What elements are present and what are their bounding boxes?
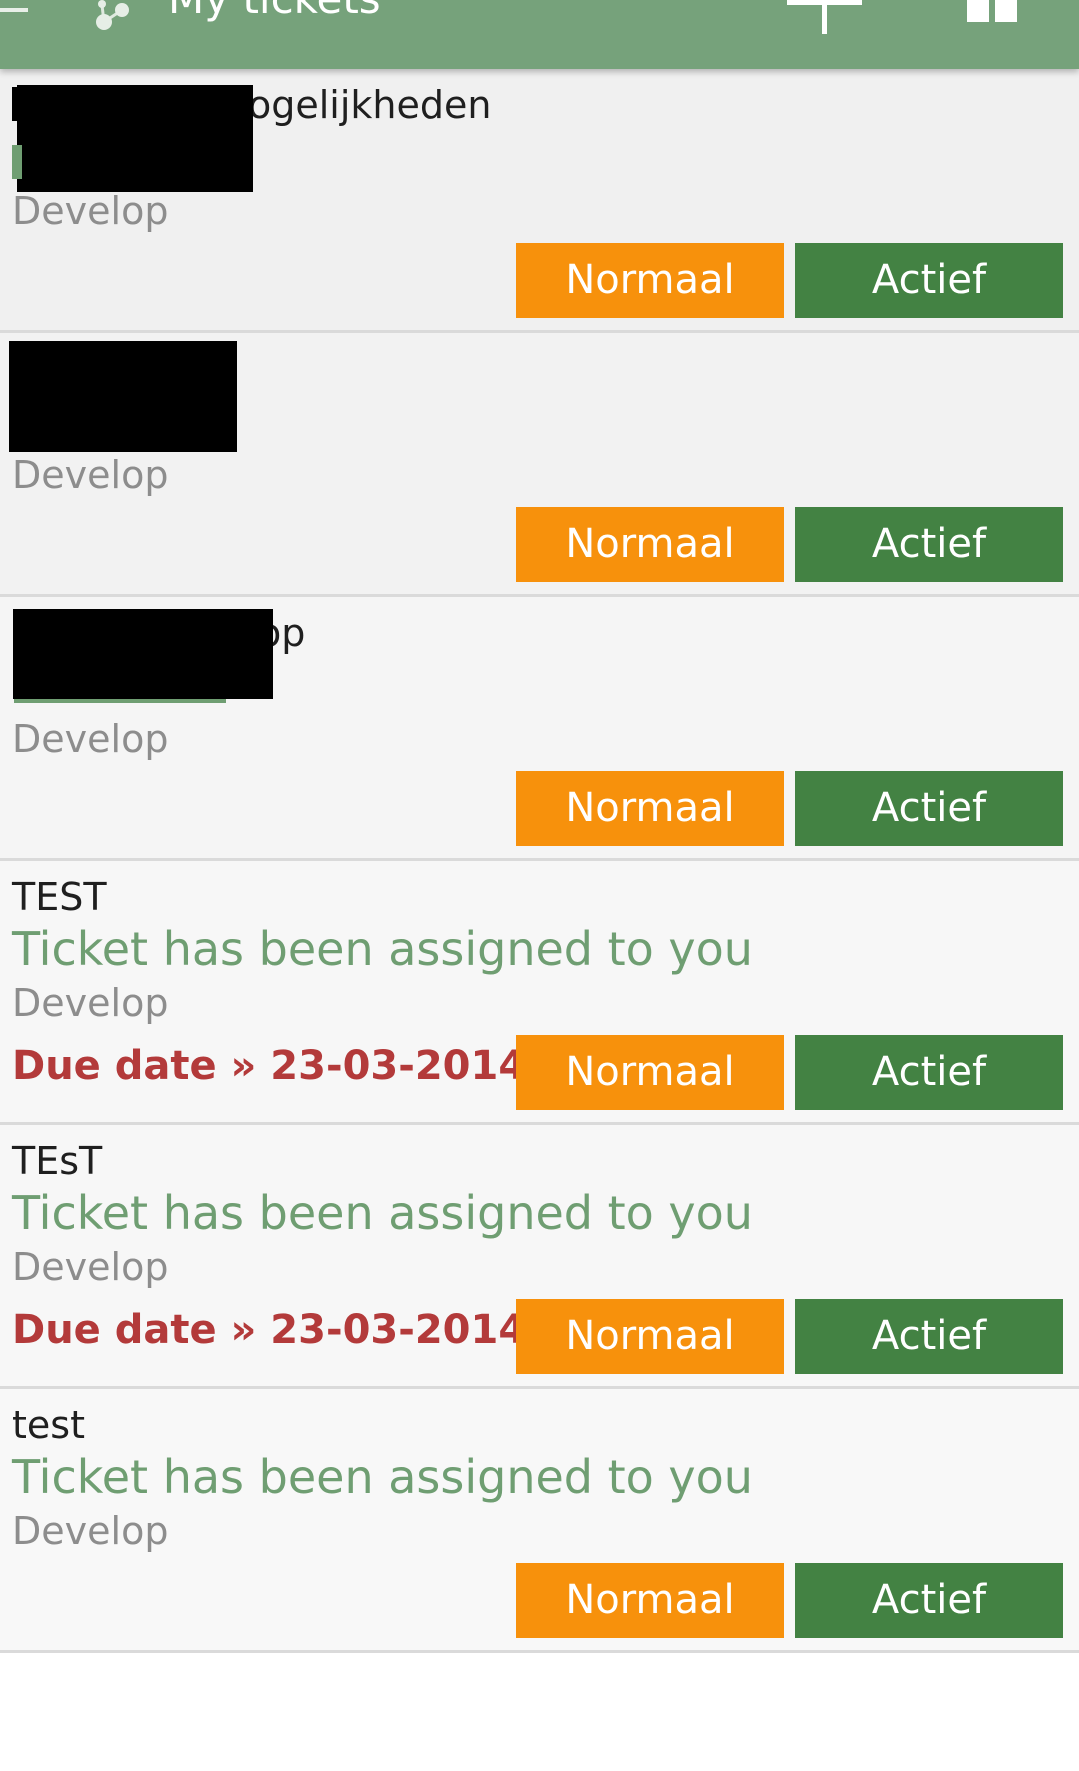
status-fragment — [12, 145, 22, 179]
ticket-row[interactable]: op Develop Normaal Actief — [0, 597, 1079, 861]
state-button[interactable]: Actief — [795, 771, 1063, 846]
state-button[interactable]: Actief — [795, 507, 1063, 582]
priority-button[interactable]: Normaal — [516, 1035, 784, 1110]
ticket-list: ogelijkheden Develop Normaal Actief Deve… — [0, 69, 1079, 1653]
ticket-status: Ticket has been assigned to you — [12, 922, 753, 976]
priority-button[interactable]: Normaal — [516, 507, 784, 582]
ticket-project: Develop — [12, 453, 169, 497]
state-button[interactable]: Actief — [795, 1035, 1063, 1110]
priority-button[interactable]: Normaal — [516, 1563, 784, 1638]
ticket-status: Ticket has been assigned to you — [12, 1186, 753, 1240]
priority-button[interactable]: Normaal — [516, 243, 784, 318]
state-button[interactable]: Actief — [795, 1563, 1063, 1638]
ticket-title: TEST — [12, 875, 107, 919]
ticket-project: Develop — [12, 189, 169, 233]
plus-icon[interactable] — [787, 0, 862, 35]
ticket-status: Ticket has been assigned to you — [12, 1450, 753, 1504]
ticket-project: Develop — [12, 717, 169, 761]
ticket-row[interactable]: ogelijkheden Develop Normaal Actief — [0, 69, 1079, 333]
ticket-row[interactable]: TEST Ticket has been assigned to you Dev… — [0, 861, 1079, 1125]
ticket-row[interactable]: Develop Normaal Actief — [0, 333, 1079, 597]
ticket-project: Develop — [12, 1245, 169, 1289]
empty-list-area — [0, 1657, 1079, 1771]
state-button[interactable]: Actief — [795, 243, 1063, 318]
ticket-project: Develop — [12, 981, 169, 1025]
menu-icon[interactable] — [0, 0, 30, 20]
redaction-block — [17, 85, 253, 192]
app-bar: My tickets — [0, 0, 1079, 69]
state-button[interactable]: Actief — [795, 1299, 1063, 1374]
ticket-title: TEsT — [12, 1139, 103, 1183]
redaction-block — [9, 341, 237, 452]
ticket-row[interactable]: test Ticket has been assigned to you Dev… — [0, 1389, 1079, 1653]
ticket-due-date: Due date » 23-03-2014 — [12, 1043, 527, 1089]
ticket-row[interactable]: TEsT Ticket has been assigned to you Dev… — [0, 1125, 1079, 1389]
priority-button[interactable]: Normaal — [516, 771, 784, 846]
app-logo-icon — [92, 0, 142, 40]
page-title: My tickets — [168, 0, 381, 20]
priority-button[interactable]: Normaal — [516, 1299, 784, 1374]
redaction-block — [13, 609, 273, 699]
grid-icon[interactable] — [967, 0, 1021, 24]
ticket-due-date: Due date » 23-03-2014 — [12, 1307, 527, 1353]
ticket-title: ogelijkheden — [248, 83, 492, 127]
ticket-project: Develop — [12, 1509, 169, 1553]
ticket-title: test — [12, 1403, 85, 1447]
